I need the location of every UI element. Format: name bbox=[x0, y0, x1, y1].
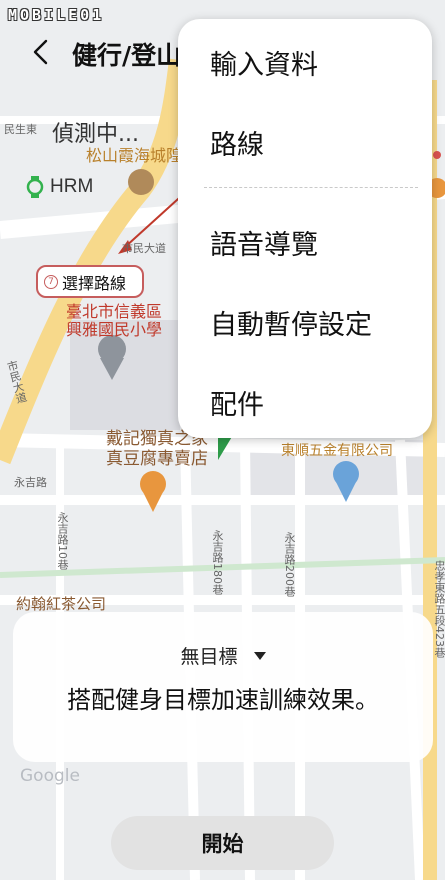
menu-item-auto-pause[interactable]: 自動暫停設定 bbox=[210, 303, 372, 342]
hrm-status: HRM bbox=[26, 176, 93, 198]
map-label-yongji-200: 永吉路200巷 bbox=[283, 532, 296, 597]
map-label-minquan: 市民大道 bbox=[122, 242, 166, 255]
goal-value: 無目標 bbox=[180, 646, 238, 668]
menu-item-voice-guide[interactable]: 語音導覽 bbox=[210, 223, 318, 262]
annotation-number: 7 bbox=[44, 274, 58, 289]
chevron-left-icon bbox=[33, 39, 48, 65]
annotation-text: 選擇路線 bbox=[62, 273, 127, 293]
annotation-callout: 7 選擇路線 bbox=[36, 265, 145, 298]
map-label-minsheng: 民生東 bbox=[4, 123, 37, 136]
map-label-yongji-10: 永吉路10巷 bbox=[56, 512, 69, 570]
goal-dropdown[interactable]: 無目標 bbox=[13, 642, 433, 669]
menu-item-input-data[interactable]: 輸入資料 bbox=[210, 43, 318, 82]
watch-icon bbox=[26, 176, 44, 198]
options-menu: 輸入資料 路線 語音導覽 自動暫停設定 配件 bbox=[178, 19, 432, 438]
map-label-dongshun: 東順五金有限公司 bbox=[281, 443, 393, 459]
map-label-yongji: 永吉路 bbox=[14, 476, 47, 489]
google-logo: Google bbox=[20, 766, 80, 786]
caret-down-icon bbox=[253, 651, 266, 660]
hrm-label: HRM bbox=[50, 176, 94, 197]
menu-item-route[interactable]: 路線 bbox=[210, 123, 264, 162]
goal-description: 搭配健身目標加速訓練效果。 bbox=[67, 686, 379, 714]
start-button[interactable]: 開始 bbox=[111, 816, 334, 870]
gps-status: 偵測中... bbox=[52, 122, 139, 147]
map-label-yuehan: 約翰紅茶公司 bbox=[16, 595, 107, 613]
map-label-doufu: 真豆腐專賣店 bbox=[106, 449, 208, 469]
goal-card: 無目標 搭配健身目標加速訓練效果。 bbox=[13, 612, 433, 762]
watermark: MOBILE01 bbox=[8, 6, 105, 24]
page-title: 健行/登山 bbox=[72, 41, 182, 70]
menu-item-accessories[interactable]: 配件 bbox=[210, 383, 264, 422]
map-label-zhongxiao: 忠孝東路五段423巷 bbox=[433, 560, 445, 658]
back-button[interactable] bbox=[22, 34, 58, 70]
map-label-yongji-180: 永吉路180巷 bbox=[211, 530, 224, 595]
menu-divider bbox=[204, 187, 418, 188]
map-label-xingya: 興雅國民小學 bbox=[66, 320, 163, 339]
